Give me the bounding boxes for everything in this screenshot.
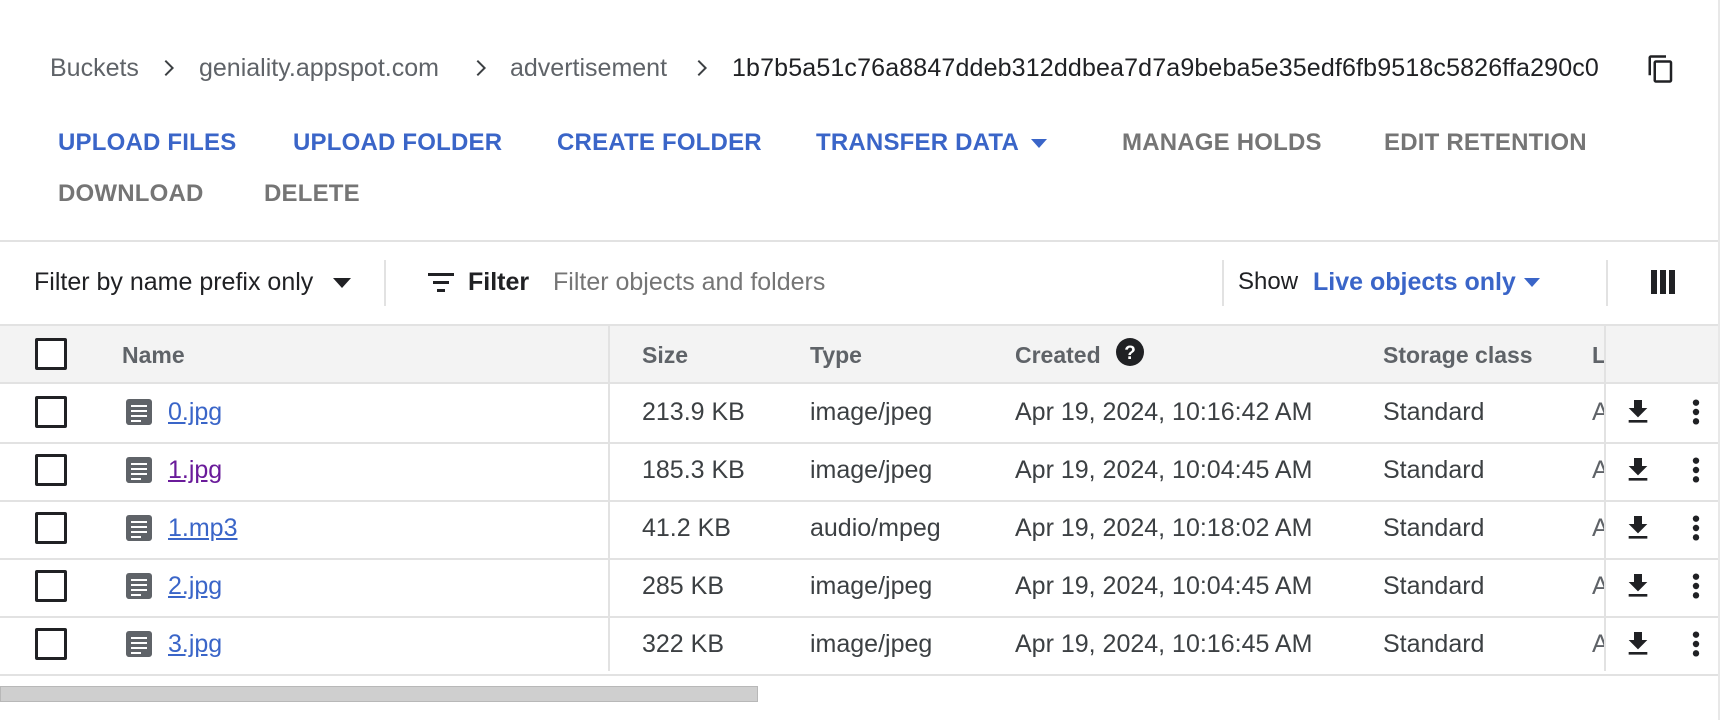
file-name-link[interactable]: 1.jpg	[168, 454, 222, 486]
file-type: image/jpeg	[810, 630, 933, 658]
file-storage-class: Standard	[1383, 630, 1485, 658]
file-icon	[126, 457, 152, 483]
truncated-cell: A	[1592, 572, 1604, 600]
help-icon[interactable]: ?	[1115, 337, 1145, 367]
more-vert-icon[interactable]	[1680, 396, 1712, 428]
more-vert-icon[interactable]	[1680, 628, 1712, 660]
row-checkbox[interactable]	[35, 396, 67, 428]
breadcrumb-folder[interactable]: advertisement	[510, 52, 667, 84]
file-type: audio/mpeg	[810, 514, 941, 542]
file-storage-class: Standard	[1383, 398, 1485, 426]
truncated-cell: A	[1592, 630, 1604, 658]
more-vert-icon[interactable]	[1680, 454, 1712, 486]
download-icon[interactable]	[1622, 512, 1654, 544]
file-size: 213.9 KB	[642, 398, 745, 426]
download-icon[interactable]	[1622, 570, 1654, 602]
panel-border	[1718, 0, 1720, 720]
divider	[1222, 260, 1224, 306]
filter-icon[interactable]	[426, 270, 456, 296]
row-checkbox[interactable]	[35, 454, 67, 486]
file-size: 285 KB	[642, 572, 725, 600]
file-size: 185.3 KB	[642, 456, 745, 484]
file-name-link[interactable]: 1.mp3	[168, 512, 237, 544]
column-header-type[interactable]: Type	[810, 340, 862, 370]
svg-text:?: ?	[1124, 343, 1136, 364]
truncated-cell: A	[1592, 398, 1604, 426]
toolbar: UPLOAD FILES UPLOAD FOLDER CREATE FOLDER…	[0, 120, 1736, 220]
table-row[interactable]: 0.jpg 213.9 KB image/jpeg Apr 19, 2024, …	[0, 384, 1718, 444]
more-vert-icon[interactable]	[1680, 570, 1712, 602]
file-icon	[126, 631, 152, 657]
file-type: image/jpeg	[810, 398, 933, 426]
column-header-truncated[interactable]: L	[1592, 340, 1604, 370]
chevron-right-icon	[476, 60, 486, 76]
file-created: Apr 19, 2024, 10:18:02 AM	[1015, 514, 1313, 542]
file-created: Apr 19, 2024, 10:04:45 AM	[1015, 572, 1313, 600]
file-icon	[126, 399, 152, 425]
file-type: image/jpeg	[810, 572, 933, 600]
show-label: Show	[1238, 268, 1299, 295]
caret-down-icon[interactable]	[1028, 134, 1050, 152]
truncated-cell: A	[1592, 456, 1604, 484]
column-header-storage-class[interactable]: Storage class	[1383, 340, 1533, 370]
file-created: Apr 19, 2024, 10:04:45 AM	[1015, 456, 1313, 484]
chevron-right-icon	[697, 60, 707, 76]
download-icon[interactable]	[1622, 396, 1654, 428]
show-select[interactable]: Live objects only	[1313, 266, 1516, 298]
download-button[interactable]: DOWNLOAD	[58, 179, 204, 209]
file-created: Apr 19, 2024, 10:16:45 AM	[1015, 630, 1313, 658]
copy-icon[interactable]	[1646, 52, 1676, 86]
more-vert-icon[interactable]	[1680, 512, 1712, 544]
breadcrumb-buckets[interactable]: Buckets	[50, 52, 139, 84]
row-checkbox[interactable]	[35, 512, 67, 544]
file-icon	[126, 515, 152, 541]
filter-mode-select[interactable]: Filter by name prefix only	[34, 266, 313, 298]
file-name-link[interactable]: 2.jpg	[168, 570, 222, 602]
caret-down-icon[interactable]	[330, 272, 354, 292]
column-display-icon[interactable]	[1650, 268, 1676, 296]
create-folder-button[interactable]: CREATE FOLDER	[557, 128, 762, 158]
table-row[interactable]: 2.jpg 285 KB image/jpeg Apr 19, 2024, 10…	[0, 558, 1718, 618]
row-checkbox[interactable]	[35, 570, 67, 602]
table-row[interactable]: 3.jpg 322 KB image/jpeg Apr 19, 2024, 10…	[0, 616, 1718, 676]
file-size: 41.2 KB	[642, 514, 731, 542]
file-name-link[interactable]: 0.jpg	[168, 396, 222, 428]
file-storage-class: Standard	[1383, 456, 1485, 484]
file-storage-class: Standard	[1383, 572, 1485, 600]
breadcrumb: Buckets geniality.appspot.com advertisem…	[0, 40, 1736, 100]
file-name-link[interactable]: 3.jpg	[168, 628, 222, 660]
download-icon[interactable]	[1622, 454, 1654, 486]
column-header-size[interactable]: Size	[642, 340, 688, 370]
breadcrumb-current: 1b7b5a51c76a8847ddeb312ddbea7d7a9beba5e3…	[732, 54, 1599, 82]
caret-down-icon[interactable]	[1521, 272, 1543, 292]
transfer-data-button[interactable]: TRANSFER DATA	[816, 128, 1019, 158]
row-checkbox[interactable]	[35, 628, 67, 660]
divider	[0, 324, 1718, 326]
truncated-cell: A	[1592, 514, 1604, 542]
file-type: image/jpeg	[810, 456, 933, 484]
manage-holds-button[interactable]: MANAGE HOLDS	[1122, 128, 1322, 158]
column-header-name[interactable]: Name	[122, 340, 185, 370]
table-row[interactable]: 1.mp3 41.2 KB audio/mpeg Apr 19, 2024, 1…	[0, 500, 1718, 560]
table-row[interactable]: 1.jpg 185.3 KB image/jpeg Apr 19, 2024, …	[0, 442, 1718, 502]
horizontal-scrollbar[interactable]	[0, 686, 758, 702]
select-all-checkbox[interactable]	[35, 338, 67, 370]
edit-retention-button[interactable]: EDIT RETENTION	[1384, 128, 1587, 158]
file-storage-class: Standard	[1383, 514, 1485, 542]
column-header-created[interactable]: Created	[1015, 340, 1101, 370]
file-icon	[126, 573, 152, 599]
download-icon[interactable]	[1622, 628, 1654, 660]
divider	[384, 260, 386, 306]
filter-label: Filter	[468, 268, 530, 296]
upload-folder-button[interactable]: UPLOAD FOLDER	[293, 128, 502, 158]
file-created: Apr 19, 2024, 10:16:42 AM	[1015, 398, 1313, 426]
filter-bar: Filter by name prefix only Filter Filter…	[0, 242, 1718, 324]
file-size: 322 KB	[642, 630, 725, 658]
filter-input[interactable]: Filter objects and folders	[553, 266, 825, 298]
upload-files-button[interactable]: UPLOAD FILES	[58, 128, 236, 158]
divider	[1606, 260, 1608, 306]
delete-button[interactable]: DELETE	[264, 179, 360, 209]
chevron-right-icon	[164, 60, 174, 76]
breadcrumb-bucket[interactable]: geniality.appspot.com	[199, 52, 439, 84]
